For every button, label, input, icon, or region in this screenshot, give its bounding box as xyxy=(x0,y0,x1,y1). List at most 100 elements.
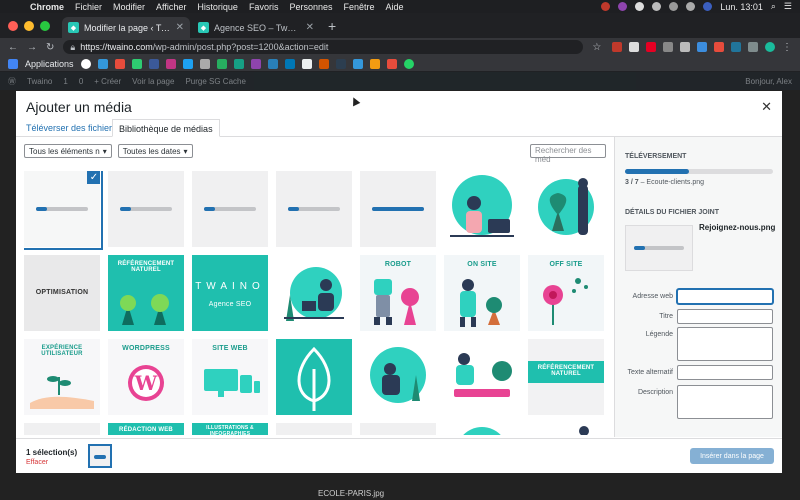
clock[interactable]: Lun. 13:01 xyxy=(720,2,763,12)
alt-text-input[interactable] xyxy=(677,365,773,380)
close-tab-icon[interactable]: ✕ xyxy=(176,22,184,33)
menu-fenetre[interactable]: Fenêtre xyxy=(343,2,374,12)
menu-afficher[interactable]: Afficher xyxy=(156,2,186,12)
attachment-thumbnail[interactable] xyxy=(276,339,352,415)
extension-icon[interactable] xyxy=(697,42,707,52)
bookmark-icon[interactable] xyxy=(386,58,397,69)
attachment-thumbnail[interactable]: RÉDACTION WEB xyxy=(108,423,184,435)
attachment-thumbnail[interactable]: ROBOT xyxy=(360,255,436,331)
extension-icon[interactable] xyxy=(612,42,622,52)
cloud-icon[interactable] xyxy=(652,2,662,11)
attachment-thumbnail[interactable] xyxy=(444,171,520,247)
bookmark-icon[interactable] xyxy=(233,58,244,69)
search-icon[interactable]: ⌕ xyxy=(771,1,776,12)
status-icon[interactable] xyxy=(601,2,611,11)
bookmark-icon[interactable] xyxy=(369,58,380,69)
title-input[interactable] xyxy=(677,309,773,324)
tab-media-library[interactable]: Bibliothèque de médias xyxy=(112,119,220,137)
attachment-thumbnail[interactable] xyxy=(276,255,352,331)
battery-icon[interactable] xyxy=(686,2,696,11)
extension-icon[interactable] xyxy=(663,42,673,52)
url-input[interactable] xyxy=(677,289,773,304)
close-icon[interactable]: ✕ xyxy=(761,99,772,115)
bookmark-icon[interactable] xyxy=(318,58,329,69)
admin-purge-cache[interactable]: Purge SG Cache xyxy=(185,77,245,86)
admin-comments[interactable]: 0 xyxy=(79,77,83,86)
filter-type-select[interactable]: Tous les éléments n ▾ xyxy=(24,144,112,158)
attachment-thumbnail[interactable] xyxy=(444,423,520,435)
menu-historique[interactable]: Historique xyxy=(197,2,238,12)
list-icon[interactable]: ☰ xyxy=(784,1,792,12)
profile-avatar-icon[interactable] xyxy=(765,42,775,52)
whatsapp-icon[interactable] xyxy=(403,58,414,69)
attachment-thumbnail[interactable] xyxy=(24,423,100,435)
extension-icon[interactable] xyxy=(748,42,758,52)
back-icon[interactable]: ← xyxy=(8,42,18,53)
tab-agence-seo[interactable]: ◆ Agence SEO – Twaino ✕ xyxy=(192,17,320,38)
attachment-thumbnail[interactable]: RÉFÉRENCEMENT NATUREL xyxy=(528,339,604,415)
menu-aide[interactable]: Aide xyxy=(386,2,404,12)
google-icon[interactable] xyxy=(80,58,91,69)
admin-greeting[interactable]: Bonjour, Alex xyxy=(745,77,792,86)
attachment-thumbnail[interactable]: OFF SITE xyxy=(528,255,604,331)
flag-fr-icon[interactable] xyxy=(703,2,713,11)
admin-view-page[interactable]: Voir la page xyxy=(132,77,174,86)
wifi-icon[interactable] xyxy=(669,2,679,11)
attachment-thumbnail[interactable] xyxy=(360,339,436,415)
pinterest-icon[interactable] xyxy=(646,42,656,52)
attachment-thumbnail[interactable] xyxy=(360,423,436,435)
wordpress-extension-icon[interactable] xyxy=(731,42,741,52)
facebook-icon[interactable] xyxy=(148,58,159,69)
bookmark-icon[interactable] xyxy=(335,58,346,69)
forward-icon[interactable]: → xyxy=(27,42,37,53)
new-tab-icon[interactable]: + xyxy=(328,18,336,34)
attachment-thumbnail[interactable] xyxy=(444,339,520,415)
extension-icon[interactable] xyxy=(680,42,690,52)
attachment-thumbnail[interactable] xyxy=(276,423,352,435)
description-textarea[interactable] xyxy=(677,385,773,419)
attachment-thumbnail[interactable] xyxy=(528,423,604,435)
bookmark-icon[interactable] xyxy=(97,58,108,69)
trello-icon[interactable] xyxy=(352,58,363,69)
menu-fichier[interactable]: Fichier xyxy=(75,2,102,12)
instagram-icon[interactable] xyxy=(165,58,176,69)
attachment-uploading[interactable] xyxy=(360,171,436,247)
tab-upload-files[interactable]: Téléverser des fichiers xyxy=(20,119,123,137)
attachment-thumbnail[interactable] xyxy=(528,171,604,247)
checkmark-icon[interactable]: ✓ xyxy=(87,171,100,184)
minimize-window-button[interactable] xyxy=(24,20,34,31)
admin-site-name[interactable]: Twaino xyxy=(27,77,52,86)
linkedin-icon[interactable] xyxy=(284,58,295,69)
bookmark-icon[interactable] xyxy=(199,58,210,69)
tab-edit-page[interactable]: ◆ Modifier la page ‹ Twaino — W ✕ xyxy=(62,17,190,38)
bookmark-icon[interactable] xyxy=(131,58,142,69)
search-media-input[interactable]: Rechercher des méd xyxy=(530,144,606,164)
admin-updates[interactable]: 1 xyxy=(63,77,67,86)
attachment-uploading[interactable] xyxy=(108,171,184,247)
status-icon[interactable] xyxy=(618,2,628,11)
attachment-uploading[interactable]: ✓ xyxy=(24,171,103,250)
menu-personnes[interactable]: Personnes xyxy=(289,2,332,12)
admin-new[interactable]: + Créer xyxy=(94,77,121,86)
attachment-thumbnail[interactable]: OPTIMISATION xyxy=(24,255,100,331)
bookmark-icon[interactable] xyxy=(301,58,312,69)
attachment-thumbnail[interactable]: WORDPRESS W xyxy=(108,339,184,415)
attachment-uploading[interactable] xyxy=(192,171,268,247)
extension-icon[interactable] xyxy=(714,42,724,52)
attachment-thumbnail[interactable]: ILLUSTRATIONS & INFOGRAPHIES xyxy=(192,423,268,435)
filter-date-select[interactable]: Toutes les dates ▾ xyxy=(117,144,193,158)
menu-favoris[interactable]: Favoris xyxy=(249,2,279,12)
bookmark-icon[interactable] xyxy=(250,58,261,69)
bookmark-icon[interactable] xyxy=(114,58,125,69)
menu-app-chrome[interactable]: Chrome xyxy=(30,2,64,12)
attachment-thumbnail[interactable]: ON SITE xyxy=(444,255,520,331)
attachment-thumbnail[interactable]: SITE WEB xyxy=(192,339,268,415)
zoom-window-button[interactable] xyxy=(40,20,50,31)
caption-textarea[interactable] xyxy=(677,327,773,361)
bookmark-applications[interactable]: Applications xyxy=(25,59,74,69)
wordpress-logo-icon[interactable]: Ⓦ xyxy=(8,76,16,87)
more-menu-icon[interactable]: ⋮ xyxy=(782,42,792,53)
status-icon[interactable] xyxy=(635,2,645,11)
bookmark-icon[interactable] xyxy=(267,58,278,69)
bookmark-icon[interactable] xyxy=(216,58,227,69)
